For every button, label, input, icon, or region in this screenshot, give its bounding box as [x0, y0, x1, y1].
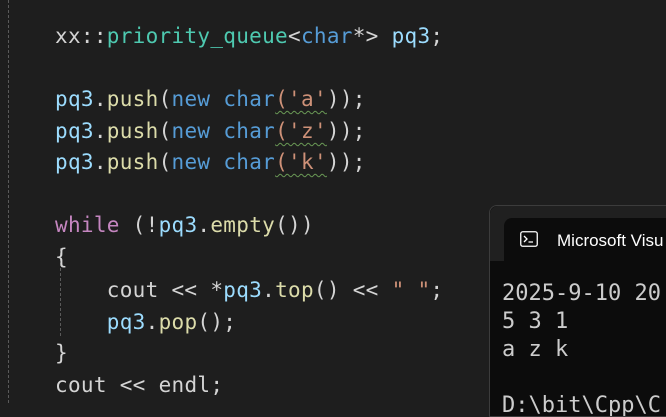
- code-token: ()): [275, 213, 314, 237]
- code-token: <: [287, 24, 301, 48]
- console-line: 5 3 1: [502, 309, 569, 334]
- code-token: char: [300, 24, 353, 48]
- code-token: .: [93, 150, 107, 174]
- code-token: ;: [430, 24, 444, 48]
- code-line[interactable]: while (!pq3.empty()): [55, 213, 314, 237]
- code-token: pq3: [158, 213, 198, 237]
- code-line[interactable]: }: [55, 341, 68, 365]
- code-token: (: [158, 87, 172, 111]
- code-line[interactable]: {: [55, 245, 68, 269]
- code-line[interactable]: cout << *pq3.top() << " ";: [55, 278, 443, 302]
- code-token: *>: [352, 24, 392, 48]
- console-tab[interactable]: Microsoft Visu: [504, 218, 666, 261]
- code-token: cout: [55, 278, 159, 302]
- code-token: pq3: [55, 310, 146, 334]
- code-token: " ": [391, 278, 431, 302]
- code-token: ();: [197, 310, 237, 334]
- code-token: new: [171, 87, 211, 111]
- code-token: pq3: [391, 24, 431, 48]
- code-token: push: [106, 119, 159, 143]
- code-token: pop: [158, 310, 198, 334]
- code-token: ));: [326, 150, 366, 174]
- code-token: ::: [80, 24, 107, 48]
- code-token: pq3: [55, 87, 94, 111]
- code-token: .: [145, 310, 159, 334]
- console-window[interactable]: Microsoft Visu 2025-9-10 20 5 3 1 a z k …: [489, 205, 666, 417]
- code-token: char: [223, 119, 276, 143]
- code-token: top: [275, 278, 314, 302]
- code-token: <<: [106, 373, 159, 397]
- code-token: new: [171, 150, 211, 174]
- code-token: () <<: [313, 278, 392, 302]
- indent-guide: [8, 0, 9, 403]
- code-token: ;: [430, 278, 444, 302]
- code-token: .: [197, 213, 211, 237]
- code-token: pq3: [55, 119, 94, 143]
- console-line: 2025-9-10 20: [502, 281, 661, 306]
- console-titlebar[interactable]: Microsoft Visu: [490, 206, 666, 261]
- console-line: a z k: [502, 337, 569, 362]
- code-line[interactable]: pq3.push(new char('z'));: [55, 119, 366, 143]
- code-token: push: [106, 150, 159, 174]
- code-token: << *: [158, 278, 224, 302]
- code-token: ));: [326, 87, 366, 111]
- code-token: (: [158, 119, 172, 143]
- code-token: .: [262, 278, 276, 302]
- code-token: xx: [55, 24, 81, 48]
- code-line[interactable]: pq3.push(new char('k'));: [55, 150, 366, 174]
- code-token: empty: [210, 213, 276, 237]
- code-token: ('a': [275, 87, 327, 111]
- code-token: ));: [326, 119, 366, 143]
- console-output: 2025-9-10 20 5 3 1 a z k D:\bit\Cpp\C: [502, 280, 661, 417]
- code-token: (: [158, 150, 172, 174]
- code-line[interactable]: cout << endl;: [55, 373, 223, 397]
- code-line[interactable]: pq3.pop();: [55, 310, 236, 334]
- code-token: {: [55, 245, 68, 269]
- code-token: }: [55, 341, 68, 365]
- console-title: Microsoft Visu: [557, 231, 664, 250]
- code-token: ('z': [275, 119, 327, 143]
- code-token: .: [93, 119, 107, 143]
- code-token: .: [93, 87, 107, 111]
- code-token: push: [106, 87, 159, 111]
- code-line[interactable]: xx::priority_queue<char*> pq3;: [55, 24, 443, 48]
- code-token: cout: [55, 373, 107, 397]
- code-line[interactable]: pq3.push(new char('a'));: [55, 87, 366, 111]
- terminal-icon: [520, 231, 538, 247]
- code-token: ;: [210, 373, 224, 397]
- code-token: endl: [158, 373, 211, 397]
- code-token: pq3: [223, 278, 263, 302]
- code-token: priority_queue: [106, 24, 288, 48]
- code-token: ('k': [275, 150, 327, 174]
- code-token: char: [223, 87, 276, 111]
- code-token: pq3: [55, 150, 94, 174]
- console-line: D:\bit\Cpp\C: [502, 393, 661, 417]
- code-token: char: [223, 150, 276, 174]
- code-token: while: [55, 213, 120, 237]
- code-token: new: [171, 119, 211, 143]
- code-token: (!: [119, 213, 159, 237]
